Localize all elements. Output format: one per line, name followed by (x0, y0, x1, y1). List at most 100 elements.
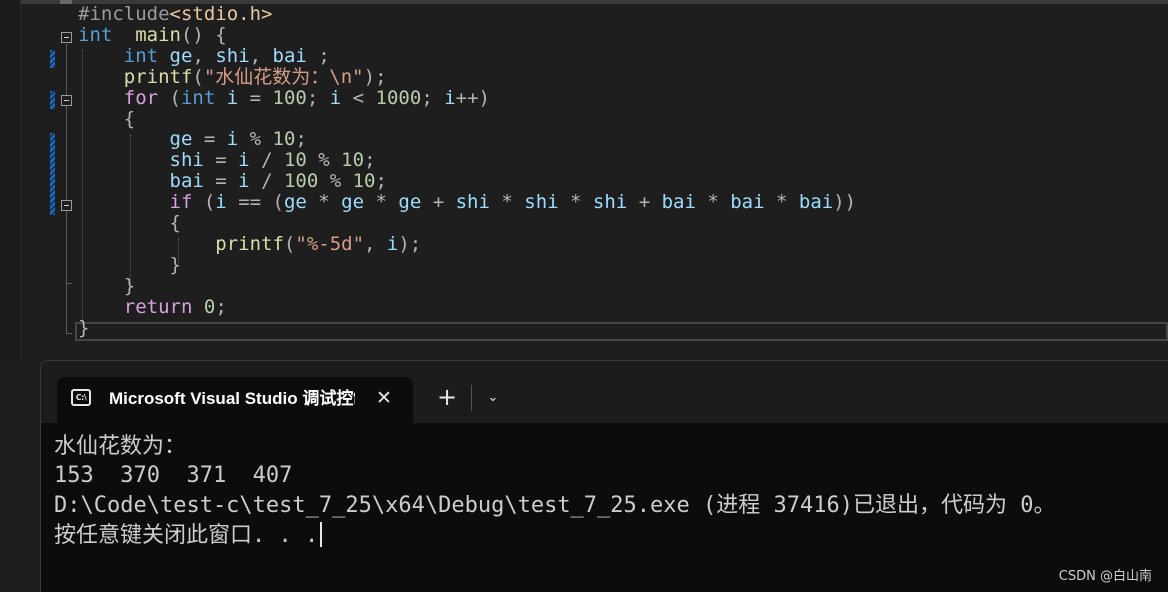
code-token: ( (192, 191, 216, 214)
code-token: / (249, 149, 284, 172)
code-line[interactable]: ge = i % 10; (78, 129, 307, 150)
code-token: 100 (272, 86, 307, 109)
code-token: i (215, 191, 227, 214)
code-line[interactable]: int main() { (78, 23, 227, 46)
code-token: 10 (272, 128, 296, 151)
code-token: ; (421, 86, 445, 109)
code-token: bai (661, 191, 696, 214)
code-editor[interactable]: #include<stdio.h> int main() { int ge, sh… (0, 0, 1168, 360)
code-line[interactable]: { (78, 108, 135, 130)
code-token: == ( (226, 191, 284, 214)
code-token: return (123, 295, 193, 318)
code-token: } (78, 316, 90, 339)
code-token: = (203, 149, 239, 172)
code-line[interactable]: for (int i = 100; i < 1000; i++) (78, 86, 490, 109)
code-token: shi (169, 149, 204, 172)
code-token: ge (283, 191, 307, 214)
code-line[interactable]: shi = i / 10 % 10; (78, 150, 376, 171)
code-token: ; (306, 86, 330, 109)
new-tab-button[interactable]: + (433, 383, 461, 413)
collapse-if-icon[interactable] (61, 200, 72, 211)
code-token: + (421, 191, 456, 214)
code-token: * (558, 191, 593, 214)
code-token: , (364, 232, 387, 255)
code-token: 1000 (375, 86, 422, 109)
code-token: ; (364, 149, 376, 172)
code-token: "%-5d" (295, 232, 365, 255)
code-line[interactable]: int ge, shi, bai ; (78, 44, 330, 67)
outline-line (66, 44, 67, 334)
code-token: bai (169, 170, 204, 193)
code-token: % (306, 149, 342, 172)
debug-console-window[interactable]: C:\ Microsoft Visual Studio 调试控制台 ✕ + ⌄ … (40, 360, 1168, 592)
code-token: if (169, 191, 193, 214)
output-line-4: 按任意键关闭此窗口. . . (54, 521, 323, 550)
code-token: )) (833, 191, 857, 214)
code-token: i (226, 86, 239, 109)
code-token: int (123, 44, 159, 67)
code-token: * (695, 191, 731, 214)
code-token: < (341, 86, 376, 109)
code-token: int (78, 23, 113, 46)
code-line[interactable]: if (i == (ge * ge * ge + shi * shi * shi… (78, 191, 857, 214)
code-token: * (364, 191, 399, 214)
code-token: , (249, 44, 273, 67)
code-line[interactable]: bai = i / 100 % 10; (78, 171, 387, 192)
code-token: shi (455, 191, 490, 214)
code-line[interactable]: return 0; (78, 295, 227, 318)
code-token: 10 (352, 170, 376, 193)
code-token: i (238, 149, 250, 172)
code-token: 100 (283, 170, 319, 193)
code-token: { (169, 212, 181, 234)
outline-line-end (66, 333, 72, 334)
code-line[interactable]: #include<stdio.h> (78, 4, 272, 25)
code-line[interactable]: } (78, 254, 181, 276)
code-line[interactable]: { (78, 213, 181, 234)
output-line-4-text: 按任意键关闭此窗口. . . (54, 523, 319, 548)
code-token: * (764, 191, 799, 214)
code-token: ge (169, 128, 193, 151)
code-token: ++) (455, 86, 490, 109)
code-line[interactable]: } (78, 316, 90, 339)
code-token: () { (180, 23, 227, 46)
code-token: i (329, 86, 342, 109)
tab-separator (471, 385, 472, 411)
code-token: shi (524, 191, 559, 214)
code-token: i (238, 170, 250, 193)
change-marker (50, 50, 55, 68)
code-token: bai (272, 44, 307, 67)
editor-margin (0, 0, 21, 360)
code-token: ; (215, 295, 227, 318)
output-line-3: D:\Code\test-c\test_7_25\x64\Debug\test_… (54, 493, 1056, 518)
code-token: ; (306, 44, 330, 67)
console-icon: C:\ (71, 389, 91, 406)
collapse-for-icon[interactable] (61, 95, 72, 106)
code-token: ge (341, 191, 365, 214)
code-token: / (249, 170, 284, 193)
watermark: CSDN @白山南 (1058, 569, 1152, 584)
code-line[interactable]: printf("水仙花数为：\n"); (78, 66, 387, 88)
close-icon[interactable]: ✕ (373, 385, 395, 411)
code-token: ge (169, 44, 193, 67)
output-line-1: 水仙花数为： (54, 434, 187, 459)
code-line[interactable]: printf("%-5d", i); (78, 232, 421, 255)
chevron-down-icon[interactable]: ⌄ (481, 385, 505, 411)
code-token: i (386, 232, 399, 255)
code-line[interactable]: } (78, 275, 135, 297)
code-token: = (238, 86, 273, 109)
collapse-main-icon[interactable] (61, 32, 72, 43)
code-token: #include (78, 3, 170, 25)
tab-debug-console[interactable]: C:\ Microsoft Visual Studio 调试控制台 ✕ (57, 377, 413, 423)
code-token: printf (215, 232, 284, 255)
